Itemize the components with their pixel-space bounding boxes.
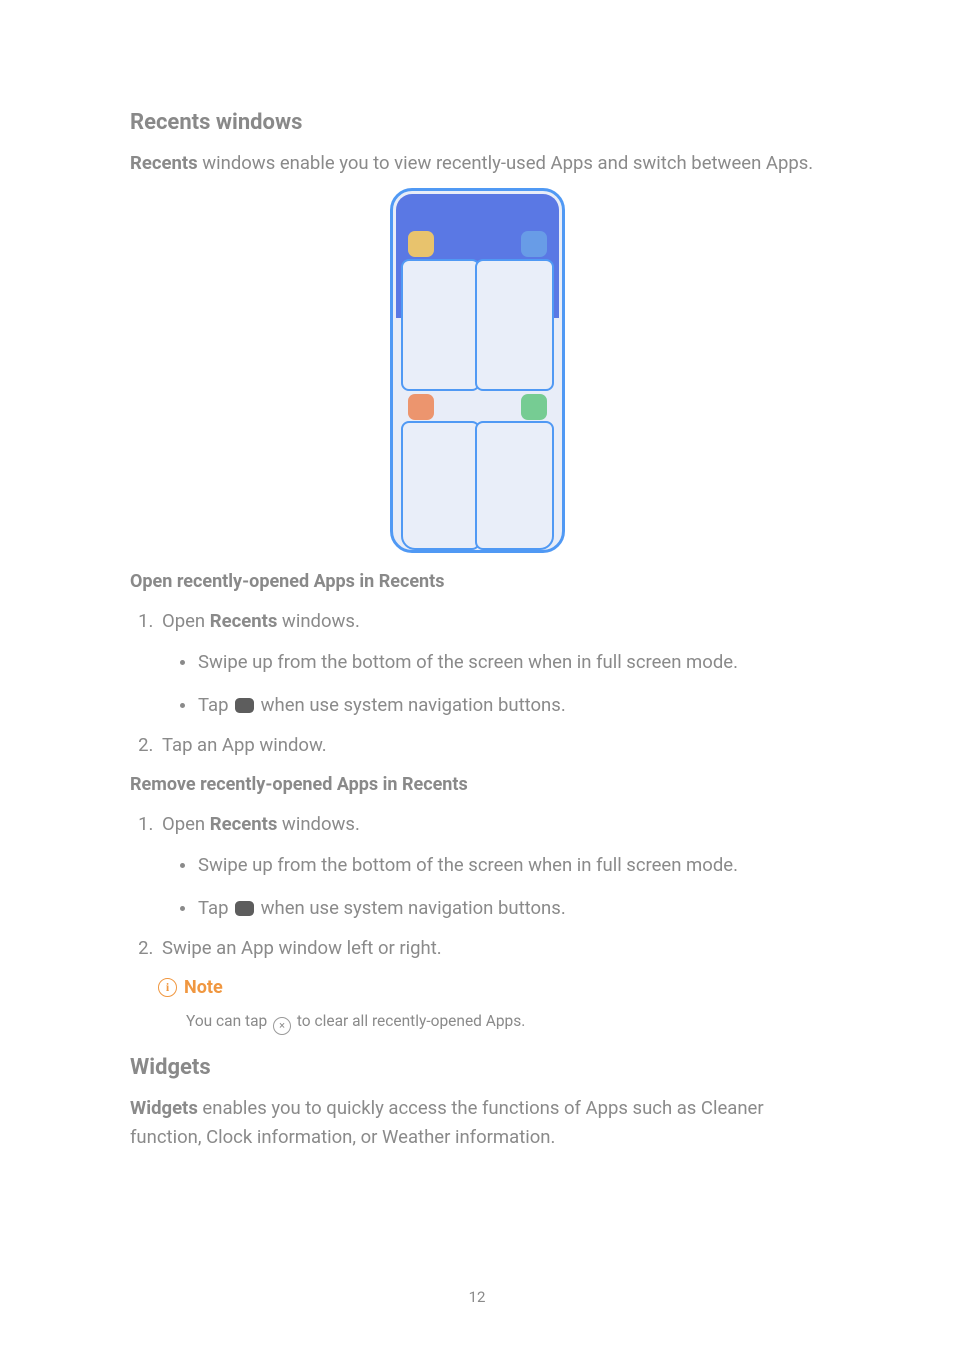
text: to clear all recently-opened Apps.	[293, 1012, 525, 1030]
app-icon-3	[408, 394, 434, 420]
recents-card	[475, 259, 554, 391]
list-item: Swipe an App window left or right.	[158, 933, 824, 963]
list-item: Open Recents windows. Swipe up from the …	[158, 809, 824, 923]
heading-widgets: Widgets	[130, 1055, 824, 1080]
list-item: Open Recents windows. Swipe up from the …	[158, 606, 824, 720]
paragraph: Widgets enables you to quickly access th…	[130, 1094, 824, 1152]
heading-remove-recents: Remove recently-opened Apps in Recents	[130, 774, 824, 795]
text: enables you to quickly access the functi…	[130, 1097, 764, 1148]
ordered-list: Open Recents windows. Swipe up from the …	[130, 606, 824, 760]
app-icon-2	[521, 231, 547, 257]
text: Tap	[198, 897, 233, 919]
recents-card	[475, 421, 554, 550]
text: windows enable you to view recently-used…	[198, 152, 814, 174]
note-label: Note	[184, 977, 223, 998]
heading-open-recents: Open recently-opened Apps in Recents	[130, 571, 824, 592]
app-icon-1	[408, 231, 434, 257]
info-icon: i	[158, 978, 177, 997]
text: Open	[162, 610, 210, 632]
text-strong: Recents	[130, 152, 198, 174]
clear-all-icon: ×	[273, 1017, 291, 1035]
recents-card	[401, 259, 480, 391]
text: Open	[162, 813, 210, 835]
app-icon-4	[521, 394, 547, 420]
list-item: Swipe up from the bottom of the screen w…	[180, 648, 824, 677]
note-heading: i Note	[158, 977, 824, 998]
recents-nav-button-icon	[235, 698, 254, 713]
bullet-list: Swipe up from the bottom of the screen w…	[162, 851, 824, 923]
text: windows.	[277, 610, 360, 632]
list-item: Tap when use system navigation buttons.	[180, 691, 824, 720]
note-body: You can tap × to clear all recently-open…	[186, 1010, 824, 1035]
text: when use system navigation buttons.	[256, 694, 566, 716]
ordered-list: Open Recents windows. Swipe up from the …	[130, 809, 824, 963]
list-item: Tap an App window.	[158, 730, 824, 760]
text: windows.	[277, 813, 360, 835]
text: You can tap	[186, 1012, 271, 1030]
paragraph: Recents windows enable you to view recen…	[130, 149, 824, 178]
heading-recents-windows: Recents windows	[130, 110, 824, 135]
text-strong: Widgets	[130, 1097, 198, 1119]
text-strong: Recents	[210, 610, 278, 632]
list-item: Swipe up from the bottom of the screen w…	[180, 851, 824, 880]
note-box: i Note You can tap × to clear all recent…	[158, 977, 824, 1035]
recents-nav-button-icon	[235, 901, 254, 916]
bullet-list: Swipe up from the bottom of the screen w…	[162, 648, 824, 720]
recents-card	[401, 421, 480, 550]
text: Tap	[198, 694, 233, 716]
phone-frame	[390, 188, 565, 553]
figure-recents-illustration	[130, 188, 824, 553]
list-item: Tap when use system navigation buttons.	[180, 894, 824, 923]
page-number: 12	[0, 1288, 954, 1306]
text-strong: Recents	[210, 813, 278, 835]
text: when use system navigation buttons.	[256, 897, 566, 919]
